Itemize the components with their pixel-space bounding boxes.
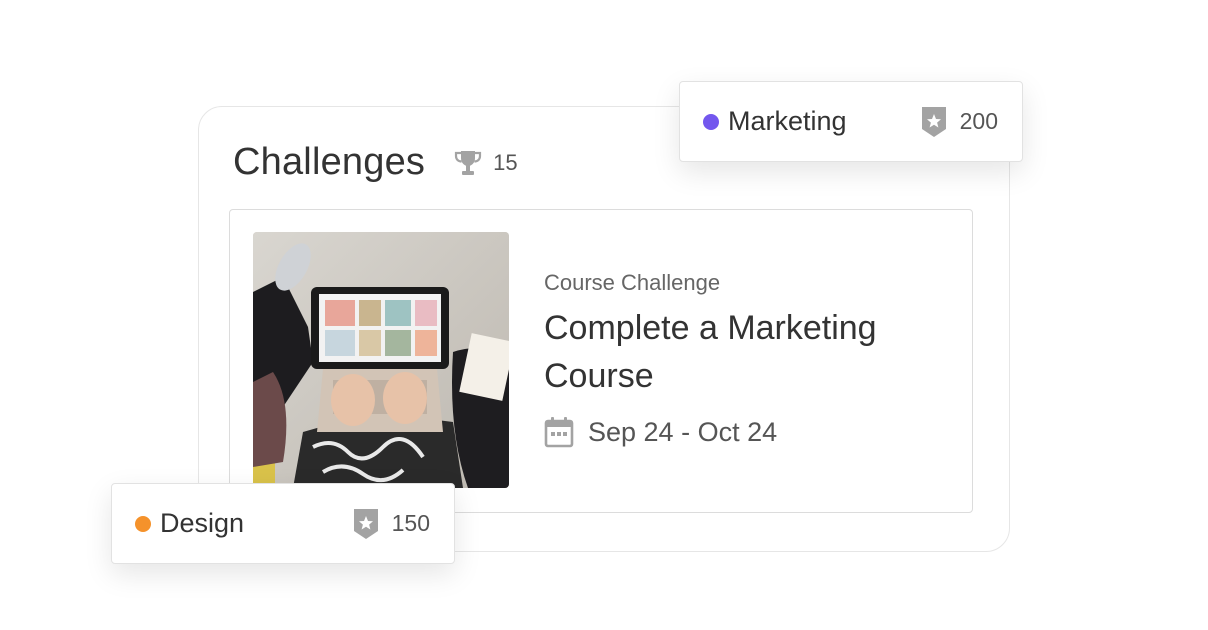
tag-label: Design bbox=[160, 508, 245, 538]
tag-card-marketing[interactable]: Marketing 200 bbox=[679, 81, 1023, 162]
trophy-count: 15 bbox=[493, 149, 518, 175]
design-dot bbox=[135, 515, 151, 532]
laptop-photo bbox=[253, 232, 509, 488]
challenge-title[interactable]: Complete a Marketing Course bbox=[544, 304, 944, 400]
date-range: Sep 24 - Oct 24 bbox=[588, 416, 778, 447]
calendar-icon bbox=[544, 417, 574, 448]
challenge-dates: Sep 24 - Oct 24 bbox=[544, 416, 944, 448]
tag-label: Marketing bbox=[728, 106, 847, 136]
challenge-type: Course Challenge bbox=[544, 270, 721, 295]
challenge-info: Course Challenge Complete a Marketing Co… bbox=[544, 270, 944, 448]
tag-card-design[interactable]: Design 150 bbox=[111, 483, 455, 564]
trophy-icon bbox=[455, 150, 482, 175]
star-badge-icon bbox=[921, 106, 946, 137]
marketing-dot bbox=[703, 113, 719, 130]
challenge-card[interactable]: Course Challenge Complete a Marketing Co… bbox=[229, 209, 973, 513]
challenge-image bbox=[253, 232, 509, 488]
tag-points: 200 bbox=[959, 108, 998, 134]
card-header: Challenges 15 bbox=[233, 141, 518, 184]
page-title: Challenges bbox=[233, 141, 426, 183]
tag-points: 150 bbox=[391, 510, 430, 536]
star-badge-icon bbox=[353, 508, 378, 539]
